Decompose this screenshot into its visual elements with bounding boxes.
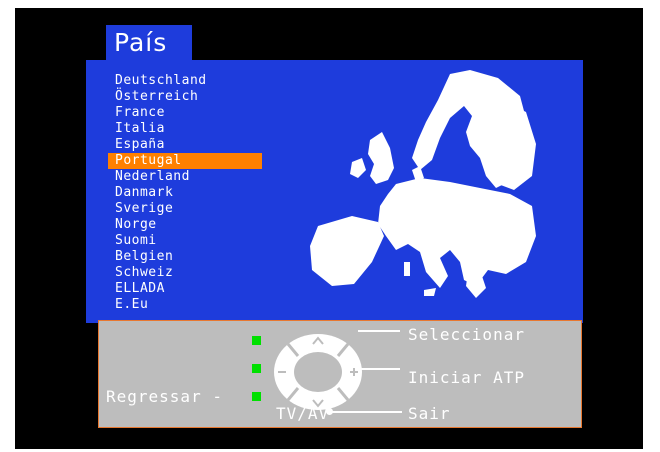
country-item[interactable]: Italia xyxy=(108,121,262,137)
country-item[interactable]: France xyxy=(108,105,262,121)
country-item[interactable]: Norge xyxy=(108,217,262,233)
country-item[interactable]: Deutschland xyxy=(108,73,262,89)
country-item[interactable]: Portugal xyxy=(108,153,262,169)
country-item[interactable]: Suomi xyxy=(108,233,262,249)
country-item[interactable]: Österreich xyxy=(108,89,262,105)
country-item[interactable]: Danmark xyxy=(108,185,262,201)
country-item[interactable]: ELLADA xyxy=(108,281,262,297)
country-item[interactable]: Sverige xyxy=(108,201,262,217)
country-item[interactable]: España xyxy=(108,137,262,153)
exit-label: Sair xyxy=(408,404,451,423)
select-label: Seleccionar xyxy=(408,325,525,344)
tv-av-label: TV/AV xyxy=(276,404,330,423)
indicator-select xyxy=(252,336,261,345)
europe-map-icon xyxy=(310,70,536,298)
indicator-back xyxy=(252,392,261,401)
dpad-icon[interactable] xyxy=(270,330,366,414)
country-item[interactable]: Schweiz xyxy=(108,265,262,281)
country-item[interactable]: E.Eu xyxy=(108,297,262,313)
country-item[interactable]: Belgien xyxy=(108,249,262,265)
page-title: País xyxy=(106,25,192,64)
back-label: Regressar - xyxy=(106,387,223,406)
start-connector xyxy=(360,368,400,370)
select-connector xyxy=(358,330,400,332)
exit-connector xyxy=(330,411,402,413)
country-item[interactable]: Nederland xyxy=(108,169,262,185)
indicator-start xyxy=(252,364,261,373)
country-list: Deutschland Österreich France Italia España P… xyxy=(108,73,262,313)
start-atp-label: Iniciar ATP xyxy=(408,368,525,387)
